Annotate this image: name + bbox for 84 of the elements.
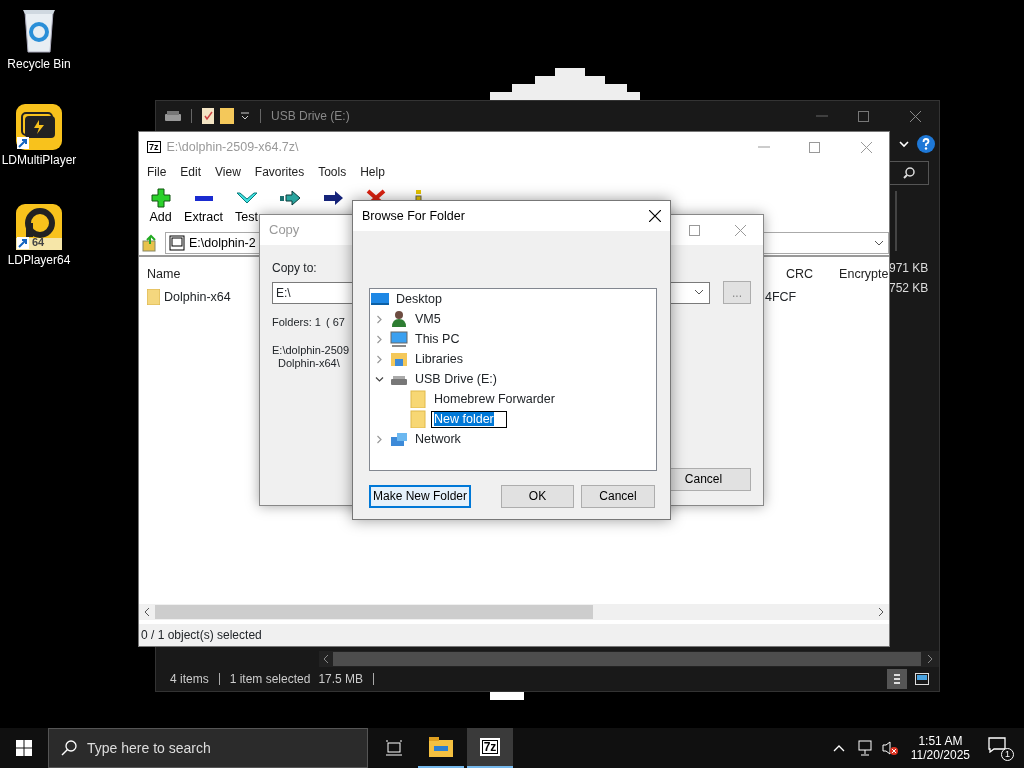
network-icon[interactable]: [856, 740, 875, 756]
field-label: Copy to:: [272, 261, 318, 276]
desktop-icon: [370, 290, 390, 308]
menu-item[interactable]: View: [208, 164, 248, 180]
drive-icon[interactable]: [165, 111, 181, 121]
arrow-right-icon[interactable]: [278, 188, 301, 208]
list-icon: [894, 673, 900, 685]
search-icon: [61, 740, 77, 756]
rename-field[interactable]: New folder: [431, 410, 507, 428]
plus-icon[interactable]: [149, 188, 172, 208]
desktop-icon-label: LDMultiPlayer: [1, 153, 77, 168]
table-cell: 4FCF: [765, 289, 796, 305]
menu-item[interactable]: File: [140, 164, 174, 180]
chevron-down-icon: [874, 239, 884, 247]
folder-icon: [408, 390, 428, 408]
chevron-down-icon[interactable]: [899, 140, 909, 148]
library-icon: [389, 350, 409, 368]
folder-count: Folders: 1: [272, 316, 321, 330]
menu-item[interactable]: Favorites: [247, 164, 312, 180]
maximize-icon[interactable]: [809, 141, 820, 153]
source-path: Dolphin-x64\: [278, 356, 340, 370]
file-size: 752 KB: [889, 281, 930, 296]
user-icon: [389, 310, 409, 328]
toolbar-button[interactable]: Extract: [182, 188, 225, 225]
archiver-button[interactable]: 7z: [467, 728, 513, 768]
show-hidden-icons-icon[interactable]: [832, 744, 845, 752]
search-box[interactable]: Type here to search: [48, 728, 368, 768]
tree-item[interactable]: Desktop: [393, 290, 445, 308]
scrollbar-thumb[interactable]: [333, 652, 921, 666]
help-icon[interactable]: [917, 135, 935, 153]
arrow-right-icon[interactable]: [321, 188, 344, 208]
task-view-icon[interactable]: [385, 740, 403, 756]
window-title: E:\dolphin-2509-x64.7z\: [166, 139, 299, 155]
details-view-button[interactable]: [887, 669, 907, 689]
app-icon: 7z: [147, 141, 161, 153]
collapse-icon[interactable]: [375, 374, 384, 384]
volume-muted-icon[interactable]: [880, 740, 899, 756]
network-icon: [389, 430, 409, 448]
dialog-title: Browse For Folder: [362, 208, 465, 224]
dialog-button[interactable]: Cancel: [581, 485, 655, 508]
scrollbar-thumb[interactable]: [155, 605, 593, 619]
toolbar-button[interactable]: Add: [139, 188, 182, 225]
column-header[interactable]: Encrypte: [833, 262, 889, 286]
properties-icon[interactable]: [202, 108, 214, 124]
toolbar-button[interactable]: Test: [225, 188, 268, 225]
menu-item[interactable]: Edit: [173, 164, 209, 180]
search-icon: [903, 167, 915, 179]
folder-icon: [147, 289, 160, 305]
status-text: 17.5 MB: [318, 671, 364, 687]
tree-item[interactable]: Libraries: [412, 350, 466, 368]
tree-item[interactable]: This PC: [412, 330, 463, 348]
folder-icon: [429, 737, 453, 757]
maximize-icon[interactable]: [858, 110, 869, 122]
status-text: 0 / 1 object(s) selected: [141, 627, 262, 643]
tree-item[interactable]: VM5: [412, 310, 444, 328]
window-title: USB Drive (E:): [271, 108, 350, 124]
folder-icon: [408, 410, 428, 428]
status-text: 1 item selected: [229, 671, 311, 687]
chevron-down-icon: [694, 289, 704, 297]
maximize-icon[interactable]: [689, 224, 700, 236]
windows-logo-icon: [16, 740, 32, 756]
tree-item[interactable]: Homebrew Forwarder: [431, 390, 558, 408]
thumbnail-view-icon[interactable]: [915, 673, 929, 685]
menu-item[interactable]: Help: [353, 164, 392, 180]
tree-item[interactable]: Network: [412, 430, 464, 448]
menu-item[interactable]: Tools: [311, 164, 354, 180]
archive-icon: [169, 235, 185, 251]
status-text: 4 items: [170, 671, 209, 687]
dropdown-icon[interactable]: [240, 111, 250, 121]
tree-item[interactable]: USB Drive (E:): [412, 370, 500, 388]
size-text: ( 67: [325, 316, 345, 330]
computer-icon: [389, 330, 409, 348]
dialog-button[interactable]: OK: [501, 485, 574, 508]
desktop-icon-label: LDPlayer64: [7, 253, 71, 268]
dialog-button[interactable]: Make New Folder: [369, 485, 471, 508]
column-header[interactable]: CRC: [763, 262, 834, 286]
file-size: 971 KB: [889, 261, 930, 276]
dialog-title: Copy: [269, 222, 300, 238]
ldplayer-icon: 64: [16, 204, 62, 250]
clock[interactable]: 1:51 AM 11/20/2025: [910, 733, 970, 763]
desktop-icon-label: Recycle Bin: [7, 57, 71, 72]
file-name[interactable]: Dolphin-x64: [164, 289, 231, 305]
source-path: E:\dolphin-2509: [272, 343, 350, 357]
close-icon[interactable]: [649, 210, 661, 222]
